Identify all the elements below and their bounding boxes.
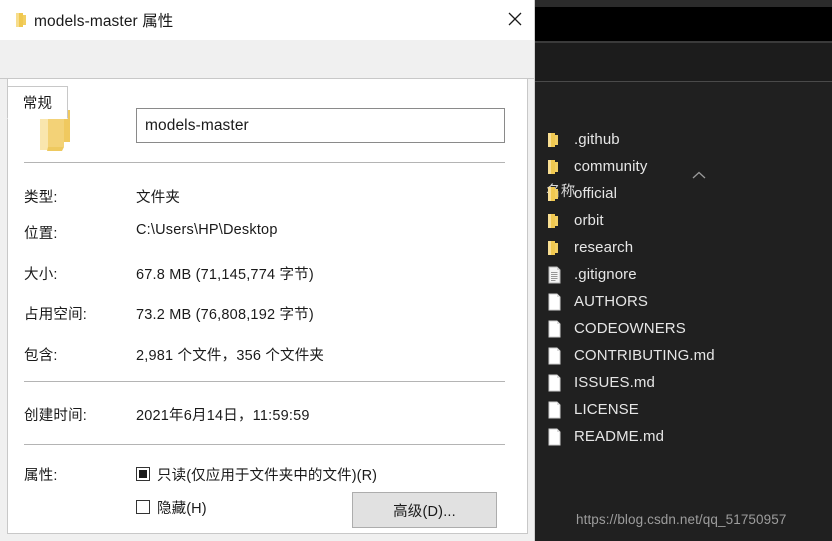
- folder-name-input[interactable]: [136, 108, 505, 143]
- list-item-label: CODEOWNERS: [574, 320, 686, 337]
- property-label: 包含:: [24, 348, 58, 364]
- list-item-label: community: [574, 158, 648, 175]
- property-value: 2,981 个文件，356 个文件夹: [136, 348, 325, 364]
- divider-middle: [24, 381, 505, 382]
- folder-icon: [544, 184, 564, 204]
- file-icon: [544, 373, 564, 393]
- property-label: 占用空间:: [24, 307, 88, 323]
- file-icon: [544, 427, 564, 447]
- list-item[interactable]: AUTHORS: [535, 288, 832, 315]
- property-label: 位置:: [24, 226, 58, 242]
- folder-icon: [544, 238, 564, 258]
- dialog-title-bar: models-master 属性: [0, 0, 534, 40]
- property-row: 类型: 文件夹: [24, 186, 514, 208]
- list-item[interactable]: research: [535, 234, 832, 261]
- property-label: 创建时间:: [24, 408, 88, 424]
- property-label: 类型:: [24, 190, 58, 206]
- tab-0[interactable]: 常规: [7, 86, 68, 119]
- list-item-label: README.md: [574, 428, 665, 445]
- list-item-label: AUTHORS: [574, 293, 649, 310]
- folder-properties-dialog: models-master 属性 常规共享安全以前的版本自定义 类型: 文件夹位置…: [0, 0, 535, 541]
- readonly-checkbox[interactable]: 只读(仅应用于文件夹中的文件)(R): [136, 464, 377, 484]
- list-item[interactable]: ISSUES.md: [535, 369, 832, 396]
- file-icon: [544, 319, 564, 339]
- property-row: 大小: 67.8 MB (71,145,774 字节): [24, 263, 514, 285]
- list-item[interactable]: CODEOWNERS: [535, 315, 832, 342]
- dialog-title: models-master 属性: [34, 13, 174, 30]
- property-row: 创建时间: 2021年6月14日，11:59:59: [24, 404, 514, 426]
- list-item[interactable]: CONTRIBUTING.md: [535, 342, 832, 369]
- tab-label: 常规: [22, 96, 53, 112]
- file-icon: [544, 346, 564, 366]
- file-icon: [544, 292, 564, 312]
- property-row: 包含: 2,981 个文件，356 个文件夹: [24, 344, 514, 366]
- list-item[interactable]: .gitignore: [535, 261, 832, 288]
- list-item-label: official: [574, 185, 618, 202]
- close-icon[interactable]: [494, 2, 536, 36]
- checkbox-indicator-readonly: [136, 467, 150, 481]
- divider-top: [24, 162, 505, 163]
- list-item-label: CONTRIBUTING.md: [574, 347, 715, 364]
- list-item-label: research: [574, 239, 634, 256]
- list-item[interactable]: orbit: [535, 207, 832, 234]
- hidden-checkbox[interactable]: 隐藏(H): [136, 497, 207, 517]
- watermark-text: https://blog.csdn.net/qq_51750957: [576, 512, 787, 527]
- tab-strip: 常规共享安全以前的版本自定义: [0, 40, 534, 119]
- hidden-checkbox-label: 隐藏(H): [157, 500, 207, 517]
- list-item[interactable]: community: [535, 153, 832, 180]
- list-item-label: LICENSE: [574, 401, 639, 418]
- property-value: C:\Users\HP\Desktop: [136, 222, 278, 238]
- list-item[interactable]: README.md: [535, 423, 832, 450]
- property-value: 67.8 MB (71,145,774 字节): [136, 267, 314, 283]
- readonly-checkbox-label: 只读(仅应用于文件夹中的文件)(R): [157, 467, 378, 484]
- divider-bottom: [24, 444, 505, 445]
- property-row: 占用空间: 73.2 MB (76,808,192 字节): [24, 303, 514, 325]
- property-row: 位置: C:\Users\HP\Desktop: [24, 222, 514, 244]
- folder-icon: [544, 157, 564, 177]
- folder-icon: [544, 130, 564, 150]
- checkbox-indicator-hidden: [136, 500, 150, 514]
- file-icon: [544, 400, 564, 420]
- text-file-icon: [544, 265, 564, 285]
- list-item[interactable]: official: [535, 180, 832, 207]
- property-value: 73.2 MB (76,808,192 字节): [136, 307, 314, 323]
- list-item-label: .github: [574, 131, 620, 148]
- list-item[interactable]: LICENSE: [535, 396, 832, 423]
- list-item[interactable]: .github: [535, 126, 832, 153]
- file-list[interactable]: .github community official orbit research .gi…: [535, 126, 832, 450]
- advanced-button[interactable]: 高级(D)...: [352, 492, 497, 528]
- property-value: 文件夹: [136, 190, 181, 206]
- folder-icon: [544, 211, 564, 231]
- list-item-label: .gitignore: [574, 266, 637, 283]
- property-label: 大小:: [24, 267, 58, 283]
- attributes-label: 属性:: [24, 468, 58, 484]
- list-item-label: orbit: [574, 212, 604, 229]
- folder-icon: [12, 10, 32, 30]
- property-value: 2021年6月14日，11:59:59: [136, 408, 310, 424]
- list-item-label: ISSUES.md: [574, 374, 655, 391]
